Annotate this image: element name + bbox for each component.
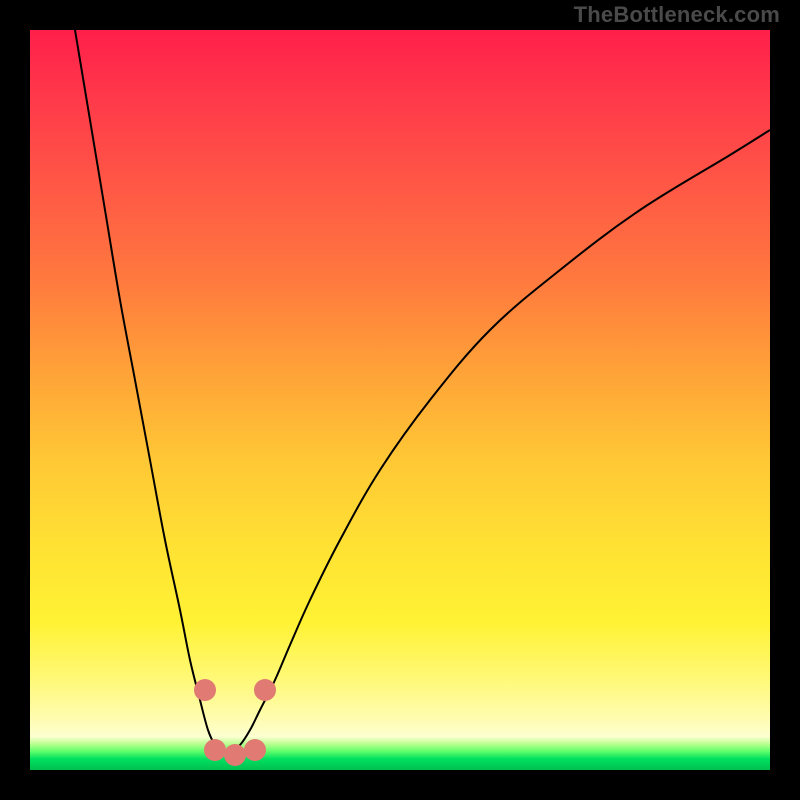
plot-background-gradient xyxy=(30,30,770,770)
chart-frame: TheBottleneck.com xyxy=(0,0,800,800)
watermark-text: TheBottleneck.com xyxy=(574,2,780,28)
